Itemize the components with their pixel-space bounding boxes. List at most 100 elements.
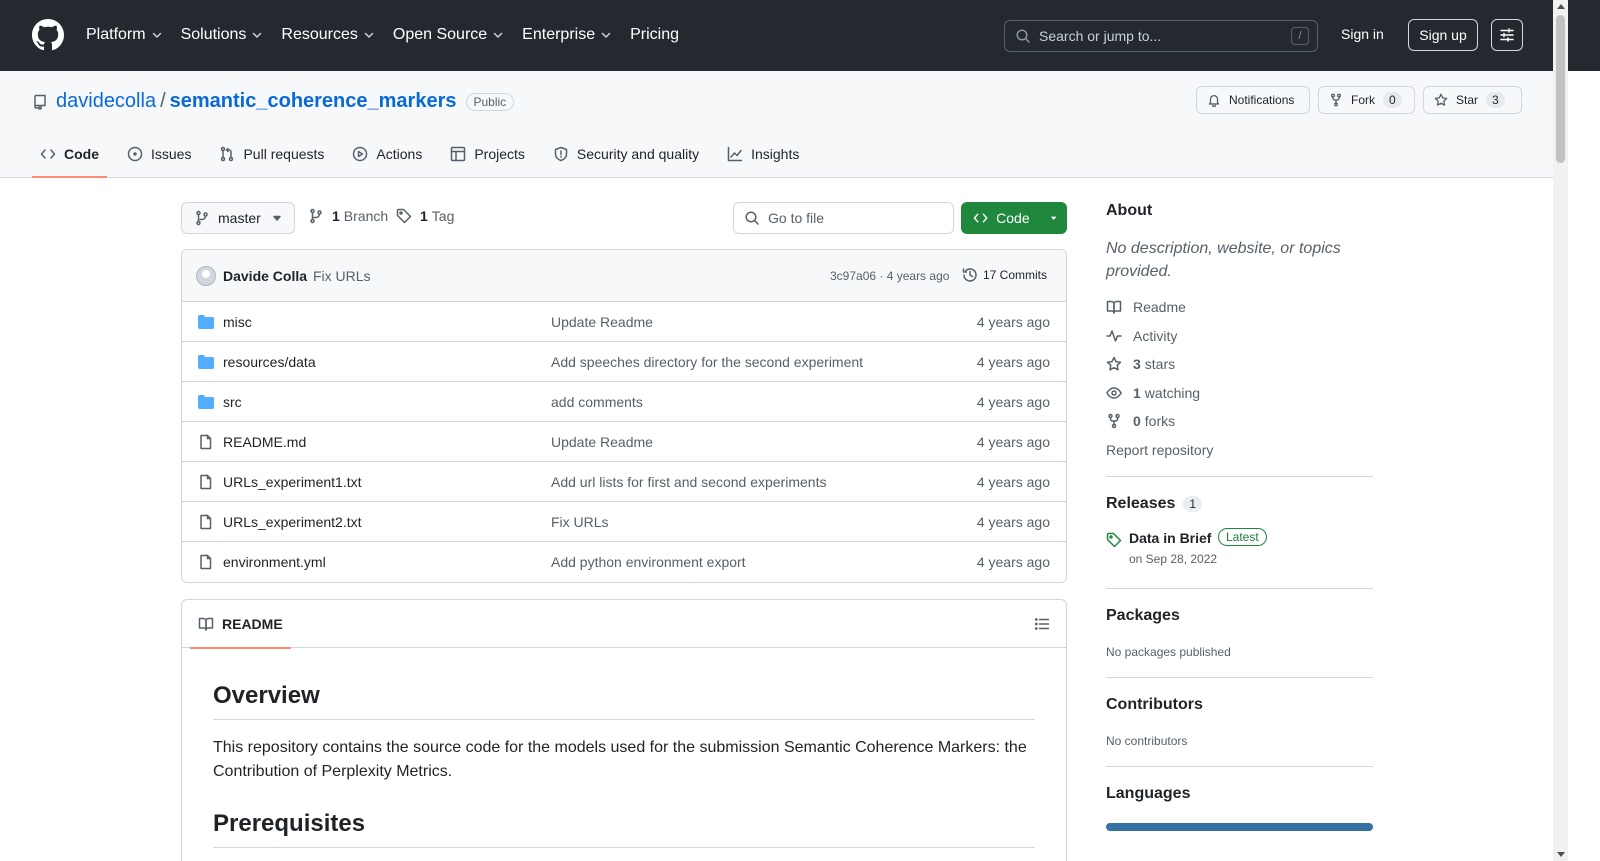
file-row[interactable]: src add comments 4 years ago xyxy=(182,382,1066,422)
commit-message[interactable]: Fix URLs xyxy=(313,268,371,284)
activity-link[interactable]: Activity xyxy=(1106,322,1373,351)
book-icon xyxy=(198,617,214,631)
file-row[interactable]: resources/data Add speeches directory for… xyxy=(182,342,1066,382)
packages-heading[interactable]: Packages xyxy=(1106,607,1373,625)
code-button-label: Code xyxy=(996,210,1030,226)
file-commit-message[interactable]: Update Readme xyxy=(551,434,653,450)
tab-issues[interactable]: Issues xyxy=(119,138,199,178)
tab-pull-requests[interactable]: Pull requests xyxy=(211,138,332,178)
file-name[interactable]: URLs_experiment2.txt xyxy=(223,514,362,530)
file-age: 4 years ago xyxy=(976,474,1050,490)
star-button[interactable]: Star 3 xyxy=(1423,86,1522,114)
tag-icon xyxy=(1106,532,1122,547)
file-name[interactable]: README.md xyxy=(223,434,306,450)
tags-link[interactable]: 1 Tag xyxy=(396,208,454,224)
file-age: 4 years ago xyxy=(976,434,1050,450)
tab-insights[interactable]: Insights xyxy=(719,138,807,178)
release-item[interactable]: Data in Brief Latest on Sep 28, 2022 xyxy=(1106,527,1373,570)
contributors-heading[interactable]: Contributors xyxy=(1106,696,1373,714)
tag-count: 1 xyxy=(420,208,428,224)
repo-name-link[interactable]: semantic_coherence_markers xyxy=(170,90,457,113)
stars-link[interactable]: 3 stars xyxy=(1106,350,1373,379)
tab-label: Issues xyxy=(151,146,192,162)
file-row[interactable]: URLs_experiment1.txt Add url lists for fi… xyxy=(182,462,1066,502)
nav-open-source[interactable]: Open Source xyxy=(393,24,504,46)
fork-icon xyxy=(1108,414,1120,429)
file-row[interactable]: URLs_experiment2.txt Fix URLs 4 years ago xyxy=(182,502,1066,542)
issue-icon xyxy=(127,146,143,162)
notifications-button[interactable]: Notifications xyxy=(1196,86,1310,114)
file-row[interactable]: README.md Update Readme 4 years ago xyxy=(182,422,1066,462)
stars-count: 3 xyxy=(1133,356,1141,373)
file-name[interactable]: URLs_experiment1.txt xyxy=(223,474,362,490)
commits-count: 17 Commits xyxy=(983,268,1048,282)
nav-label: Platform xyxy=(86,26,146,43)
commit-author[interactable]: Davide Colla xyxy=(223,268,307,284)
readme-header: README xyxy=(182,600,1066,649)
repo-owner-link[interactable]: davidecolla xyxy=(56,90,156,113)
nav-pricing[interactable]: Pricing xyxy=(630,24,679,46)
scrollbar-thumb[interactable] xyxy=(1556,15,1565,163)
folder-icon xyxy=(198,315,214,329)
scrollbar[interactable] xyxy=(1553,0,1568,861)
tab-actions[interactable]: Actions xyxy=(344,138,430,178)
file-name[interactable]: resources/data xyxy=(223,354,316,370)
go-to-file-input[interactable]: Go to file xyxy=(733,202,954,234)
contributors-description: No contributors xyxy=(1106,733,1188,748)
releases-header: Releases 1 xyxy=(1106,495,1373,513)
file-name[interactable]: src xyxy=(223,394,242,410)
file-name[interactable]: misc xyxy=(223,314,252,330)
folder-icon xyxy=(198,355,214,369)
activity-link-label: Activity xyxy=(1133,327,1178,344)
forks-label: forks xyxy=(1144,413,1176,430)
caret-down-icon xyxy=(1050,216,1057,220)
nav-resources[interactable]: Resources xyxy=(281,24,374,46)
language-bar xyxy=(1106,822,1373,831)
github-logo-icon[interactable] xyxy=(32,19,64,51)
report-repository-link[interactable]: Report repository xyxy=(1106,442,1373,458)
nav-solutions[interactable]: Solutions xyxy=(181,24,264,46)
watching-link[interactable]: 1 watching xyxy=(1106,379,1373,408)
file-commit-message[interactable]: Add url lists for first and second exper… xyxy=(551,474,826,490)
fork-button[interactable]: Fork 0 xyxy=(1318,86,1415,114)
tab-security[interactable]: Security and quality xyxy=(545,138,707,178)
commit-hash-age[interactable]: 3c97a06 · 4 years ago xyxy=(830,269,949,283)
tab-projects[interactable]: Projects xyxy=(442,138,533,178)
file-commit-message[interactable]: Add python environment export xyxy=(551,554,746,570)
divider xyxy=(1106,676,1373,678)
file-commit-message[interactable]: add comments xyxy=(551,394,643,410)
commits-link[interactable]: 17 Commits xyxy=(962,267,1047,283)
search-input[interactable]: Search or jump to... / xyxy=(1004,20,1318,52)
code-dropdown-button[interactable]: Code xyxy=(961,202,1067,234)
about-heading: About xyxy=(1106,202,1153,219)
file-commit-message[interactable]: Update Readme xyxy=(551,314,653,330)
file-list: Davide Colla Fix URLs 3c97a06 · 4 years … xyxy=(181,249,1067,583)
file-commit-message[interactable]: Fix URLs xyxy=(551,514,609,530)
list-icon[interactable] xyxy=(1034,616,1050,632)
top-navigation: Platform Solutions Resources Open Source… xyxy=(86,24,697,46)
nav-platform[interactable]: Platform xyxy=(86,24,163,46)
file-name[interactable]: environment.yml xyxy=(223,554,326,570)
readme-link[interactable]: Readme xyxy=(1106,293,1373,322)
history-icon xyxy=(962,268,977,282)
releases-heading[interactable]: Releases xyxy=(1106,495,1175,513)
scroll-down-arrow-icon[interactable] xyxy=(1557,852,1565,857)
file-commit-message[interactable]: Add speeches directory for the second ex… xyxy=(551,354,863,370)
menu-button[interactable] xyxy=(1491,19,1523,51)
tab-code[interactable]: Code xyxy=(32,138,107,178)
file-icon xyxy=(200,474,212,490)
branches-link[interactable]: 1 Branch xyxy=(308,208,388,224)
forks-count: 0 xyxy=(1133,413,1141,430)
nav-enterprise[interactable]: Enterprise xyxy=(522,24,612,46)
scroll-up-arrow-icon[interactable] xyxy=(1557,4,1565,9)
file-row[interactable]: environment.yml Add python environment ex… xyxy=(182,542,1066,582)
forks-link[interactable]: 0 forks xyxy=(1106,407,1373,436)
file-row[interactable]: misc Update Readme 4 years ago xyxy=(182,302,1066,342)
branch-selector[interactable]: master xyxy=(181,202,295,234)
release-name[interactable]: Data in Brief xyxy=(1129,530,1211,546)
code-icon xyxy=(40,149,56,159)
readme-tab[interactable]: README xyxy=(190,600,291,649)
sign-up-button[interactable]: Sign up xyxy=(1408,19,1478,51)
avatar[interactable] xyxy=(196,266,216,286)
sign-in-link[interactable]: Sign in xyxy=(1341,26,1384,42)
